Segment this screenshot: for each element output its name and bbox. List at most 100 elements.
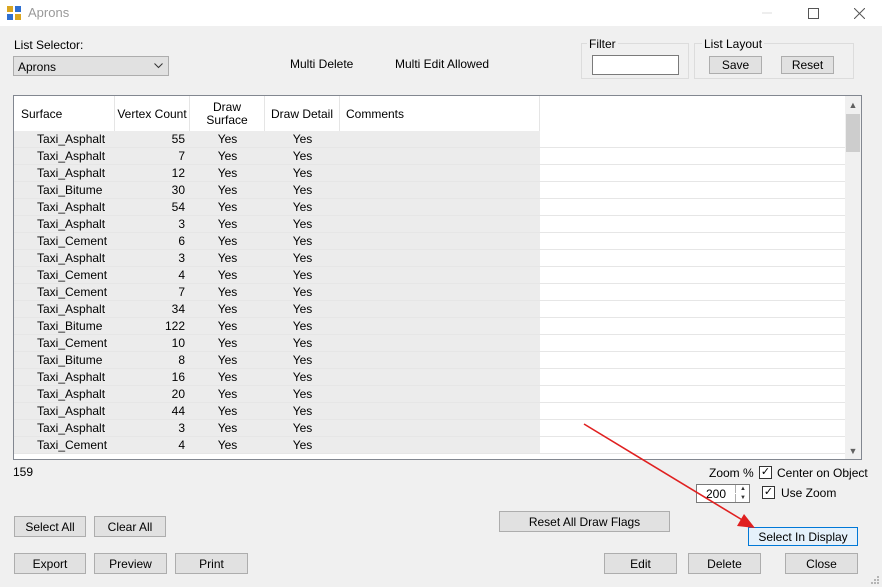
table-row[interactable]: Taxi_Cement 4 Yes Yes [14,437,845,454]
resize-grip-icon[interactable] [869,574,881,586]
cell-draw-detail: Yes [292,149,313,163]
header-label: Draw Detail [270,106,333,121]
cell-draw-surface: Yes [217,421,238,435]
table-row[interactable]: Taxi_Cement 4 Yes Yes [14,267,845,284]
stepper-down-icon[interactable]: ▼ [735,494,750,502]
list-layout-label: List Layout [702,37,765,51]
edit-button[interactable]: Edit [604,553,677,574]
header-label: Vertex Count [117,106,187,121]
list-selector-dropdown[interactable]: Aprons [13,56,169,76]
cell-vertex-count: 55 [171,132,185,146]
column-header-vertex-count[interactable]: Vertex Count [115,96,190,131]
reset-all-draw-flags-button[interactable]: Reset All Draw Flags [499,511,670,532]
cell-vertex-count: 54 [171,200,185,214]
table-row[interactable]: Taxi_Asphalt 3 Yes Yes [14,216,845,233]
scroll-thumb[interactable] [846,114,860,152]
column-header-comments[interactable]: Comments [340,96,540,131]
filter-label: Filter [587,37,618,51]
table-row[interactable]: Taxi_Cement 6 Yes Yes [14,233,845,250]
zoom-label: Zoom % [709,466,754,480]
chevron-down-icon [154,63,163,69]
scroll-up-icon[interactable]: ▲ [845,96,861,113]
table-row[interactable]: Taxi_Cement 10 Yes Yes [14,335,845,352]
cell-vertex-count: 4 [178,438,185,452]
cell-draw-surface: Yes [217,200,238,214]
cell-surface: Taxi_Asphalt [37,370,106,384]
zoom-stepper[interactable]: 200 ▲ ▼ [696,484,750,503]
column-header-draw-surface[interactable]: Draw Surface [190,96,265,131]
export-button[interactable]: Export [14,553,86,574]
minimize-button[interactable] [744,0,790,26]
cell-draw-detail: Yes [292,217,313,231]
cell-surface: Taxi_Cement [37,285,108,299]
cell-vertex-count: 8 [178,353,185,367]
cell-draw-surface: Yes [217,404,238,418]
table-row[interactable]: Taxi_Cement 7 Yes Yes [14,284,845,301]
app-icon [7,6,21,20]
table-row[interactable]: Taxi_Bitume 122 Yes Yes [14,318,845,335]
cell-vertex-count: 122 [164,319,185,333]
checkmark-icon: ✓ [760,466,771,478]
cell-vertex-count: 4 [178,268,185,282]
column-header-surface[interactable]: Surface [14,96,115,131]
use-zoom-label: Use Zoom [781,486,837,500]
cell-draw-surface: Yes [217,302,238,316]
cell-vertex-count: 16 [171,370,185,384]
table-row[interactable]: Taxi_Asphalt 54 Yes Yes [14,199,845,216]
use-zoom-checkbox[interactable]: ✓ [762,486,775,499]
select-in-display-button[interactable]: Select In Display [748,527,858,546]
cell-draw-surface: Yes [217,132,238,146]
select-all-button[interactable]: Select All [14,516,86,537]
cell-draw-detail: Yes [292,353,313,367]
maximize-button[interactable] [790,0,836,26]
table-row[interactable]: Taxi_Asphalt 55 Yes Yes [14,131,845,148]
cell-draw-detail: Yes [292,234,313,248]
table-row[interactable]: Taxi_Asphalt 20 Yes Yes [14,386,845,403]
header-label: Comments [346,106,405,121]
scroll-down-icon[interactable]: ▼ [845,442,861,459]
close-icon [853,7,865,19]
reset-layout-button[interactable]: Reset [781,56,834,74]
cell-draw-detail: Yes [292,132,313,146]
cell-vertex-count: 10 [171,336,185,350]
cell-surface: Taxi_Asphalt [37,421,106,435]
grid-area: Surface Vertex Count Draw Surface Draw D… [14,96,845,459]
cell-surface: Taxi_Asphalt [37,404,106,418]
print-button[interactable]: Print [175,553,248,574]
cell-surface: Taxi_Asphalt [37,302,106,316]
table-row[interactable]: Taxi_Asphalt 44 Yes Yes [14,403,845,420]
table-row[interactable]: Taxi_Bitume 30 Yes Yes [14,182,845,199]
close-window-button[interactable] [836,0,882,26]
cell-draw-detail: Yes [292,438,313,452]
cell-vertex-count: 20 [171,387,185,401]
cell-draw-surface: Yes [217,166,238,180]
close-button[interactable]: Close [785,553,858,574]
table-row[interactable]: Taxi_Asphalt 7 Yes Yes [14,148,845,165]
cell-vertex-count: 7 [178,285,185,299]
minimize-icon [762,12,772,14]
column-header-draw-detail[interactable]: Draw Detail [265,96,340,131]
preview-button[interactable]: Preview [94,553,167,574]
table-row[interactable]: Taxi_Asphalt 3 Yes Yes [14,420,845,437]
cell-surface: Taxi_Asphalt [37,251,106,265]
cell-draw-surface: Yes [217,268,238,282]
maximize-icon [807,7,819,19]
table-row[interactable]: Taxi_Asphalt 34 Yes Yes [14,301,845,318]
table-row[interactable]: Taxi_Asphalt 16 Yes Yes [14,369,845,386]
table-row[interactable]: Taxi_Asphalt 3 Yes Yes [14,250,845,267]
vertical-scrollbar[interactable]: ▲ ▼ [845,96,861,459]
filter-input[interactable] [592,55,679,75]
table-row[interactable]: Taxi_Asphalt 12 Yes Yes [14,165,845,182]
cell-draw-surface: Yes [217,336,238,350]
save-layout-button[interactable]: Save [709,56,762,74]
cell-draw-detail: Yes [292,370,313,384]
cell-draw-surface: Yes [217,217,238,231]
cell-draw-surface: Yes [217,353,238,367]
cell-draw-detail: Yes [292,387,313,401]
delete-button[interactable]: Delete [688,553,761,574]
data-grid[interactable]: Surface Vertex Count Draw Surface Draw D… [13,95,862,460]
stepper-up-icon[interactable]: ▲ [735,485,750,493]
table-row[interactable]: Taxi_Bitume 8 Yes Yes [14,352,845,369]
clear-all-button[interactable]: Clear All [94,516,166,537]
center-on-object-checkbox[interactable]: ✓ [759,466,772,479]
